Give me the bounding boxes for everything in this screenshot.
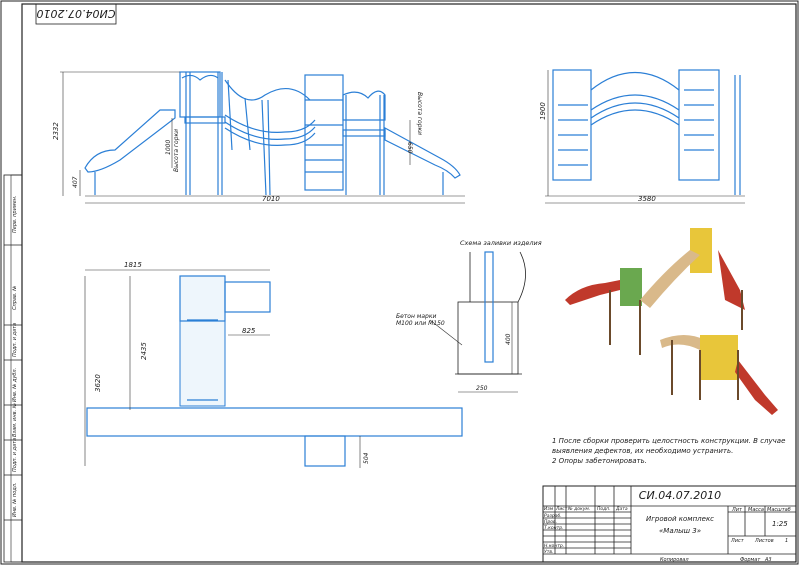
row-utv: Утв. — [544, 549, 553, 555]
concrete-label-1: Бетон марки — [396, 313, 436, 320]
dim-front-height: 2332 — [52, 122, 60, 140]
iso-slide-right — [735, 360, 778, 415]
dim-plan-top: 1815 — [124, 261, 142, 269]
strip-label: Подп. и дата — [12, 323, 18, 357]
dim-front-width: 7010 — [262, 195, 280, 203]
dim-plan-mid: 2435 — [140, 342, 148, 360]
iso-green-panel — [620, 268, 642, 306]
col-docnum: № докум. — [567, 506, 590, 512]
drawing-frame — [21, 3, 797, 563]
sheet-label: Лист — [730, 538, 745, 544]
iso-bridge-top — [640, 250, 700, 308]
dim-detail-depth: 400 — [505, 333, 512, 345]
sheets-value: 1 — [785, 538, 788, 544]
plan-vertical-bridge — [179, 275, 226, 407]
scale-value: 1:25 — [772, 520, 788, 528]
dim-side-width: 3580 — [638, 195, 656, 203]
strip-label: Взам. инв. № — [12, 403, 18, 437]
plan-ladder — [304, 435, 346, 467]
dim-slide2: 650 — [406, 142, 413, 154]
dim-side-height: 1900 — [539, 102, 547, 120]
row-prov: Пров. — [544, 519, 557, 525]
mass-label: Масса — [748, 507, 764, 513]
col-izm: Изм — [544, 506, 554, 512]
iso-bridge-lower — [660, 335, 705, 350]
iso-slide-left — [565, 280, 620, 305]
dim-plan-inner: 825 — [242, 327, 256, 335]
format-value: A3 — [764, 557, 772, 563]
copied-label: Копировал — [660, 557, 689, 563]
strip-label: Справ. № — [12, 286, 18, 310]
front-view: 2332 407 7010 1000 Высота горки 650 Высо… — [52, 71, 465, 204]
foundation-detail: Схема заливки изделия Бетон марки М100 и… — [396, 239, 542, 393]
plan-horizontal-bridge — [86, 407, 463, 437]
side-right-tower — [678, 69, 720, 181]
dim-plan-full: 3620 — [94, 374, 102, 392]
dim-slide2-note: Высота горки — [416, 92, 423, 135]
side-left-tower — [552, 69, 592, 181]
iso-yellow-panel-top — [690, 228, 712, 273]
isometric-view — [565, 228, 778, 415]
scale-label: Масштаб — [767, 507, 791, 513]
top-stamp: СИ04.07.2010 — [35, 3, 117, 25]
drawing-code: СИ.04.07.2010 — [639, 489, 721, 502]
technical-drawing-sheet: СИ04.07.2010 Перв. примен. Справ. № Подп… — [0, 0, 799, 565]
row-tkontr: Т.контр. — [544, 525, 564, 531]
col-sign: Подп. — [597, 506, 611, 512]
dim-detail-width: 250 — [476, 385, 488, 392]
right-slide — [384, 126, 461, 179]
row-nkontr: Н.контр. — [544, 543, 564, 549]
strip-label: Инв. № дубл. — [12, 368, 18, 402]
drawing-title-1: Игровой комплекс — [646, 515, 714, 523]
top-stamp-code: СИ04.07.2010 — [37, 7, 116, 20]
strip-label: Подп. и дата — [12, 438, 18, 472]
side-view: 3580 1900 — [539, 69, 745, 204]
left-slide — [84, 109, 176, 173]
sheets-label: Листов — [754, 538, 774, 544]
col-date: Дата — [615, 506, 628, 512]
iso-yellow-panel-bottom — [700, 335, 738, 380]
right-tower-panel — [342, 90, 386, 121]
note-line-3: 2 Опоры забетонировать. — [552, 457, 647, 465]
centre-ladder — [304, 74, 344, 191]
format-label: Формат — [740, 557, 761, 563]
side-strip: Перв. примен. Справ. № Подп. и дата Инв.… — [3, 174, 23, 563]
note-line-2: выявления дефектов, их необходимо устран… — [552, 447, 733, 455]
detail-title: Схема заливки изделия — [460, 239, 542, 247]
dim-plan-bottom: 504 — [363, 452, 370, 464]
row-razrab: Разраб. — [544, 513, 562, 519]
iso-stairs — [718, 250, 745, 310]
note-line-1: 1 После сборки проверить целостность кон… — [552, 437, 785, 445]
col-list: Лист — [555, 506, 568, 512]
strip-label: Перв. примен. — [12, 195, 18, 233]
strip-label: Инв. № подл. — [12, 483, 18, 518]
dim-slide1: 1000 — [165, 140, 172, 155]
notes: 1 После сборки проверить целостность кон… — [552, 437, 785, 465]
title-block: СИ.04.07.2010 Игровой комплекс «Малыш 3»… — [542, 485, 797, 563]
dim-front-base: 407 — [72, 176, 79, 188]
plan-view: 1815 2435 3620 825 504 — [84, 261, 463, 468]
dim-slide1-note: Высота горки — [173, 129, 180, 172]
lit-label: Лит — [731, 507, 743, 513]
drawing-title-2: «Малыш 3» — [659, 527, 701, 535]
